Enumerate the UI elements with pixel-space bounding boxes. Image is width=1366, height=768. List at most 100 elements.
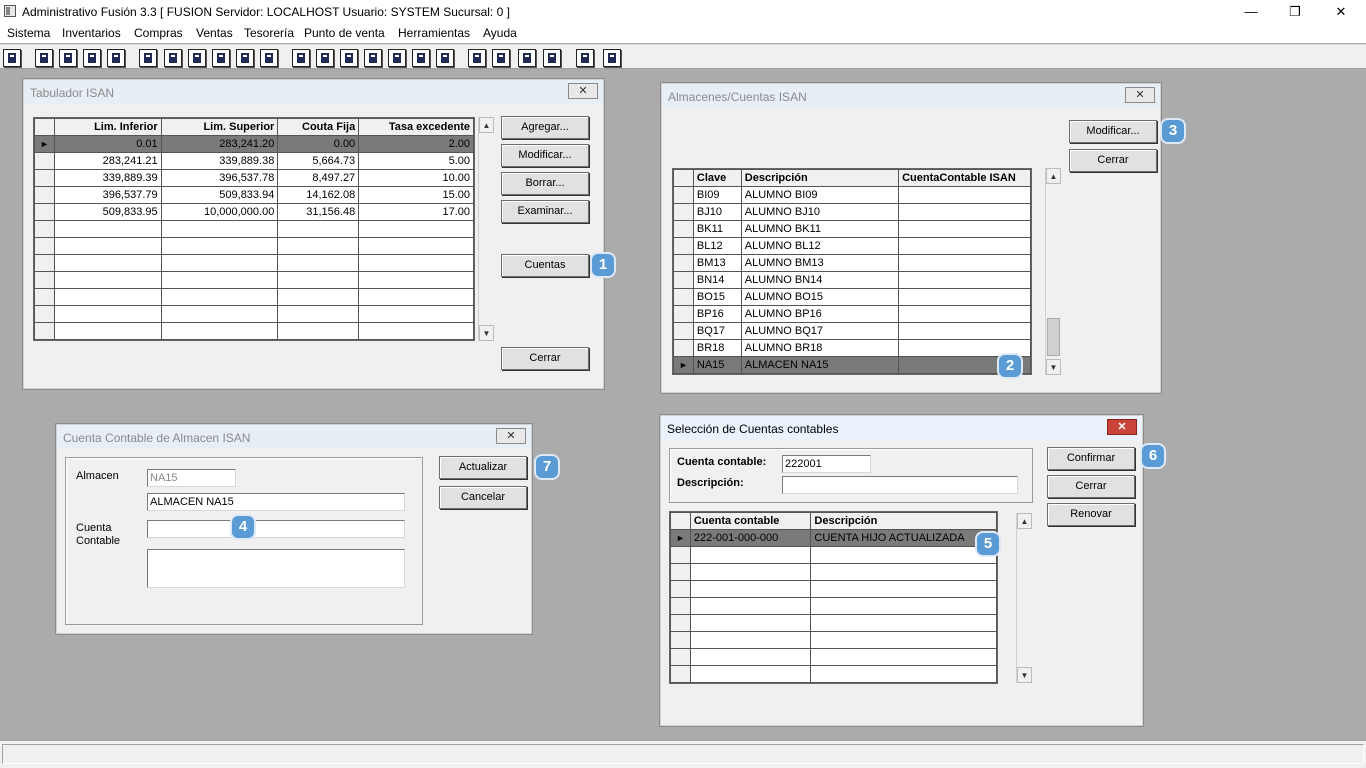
actualizar-button[interactable]: Actualizar [439,456,527,479]
box-icon[interactable] [316,49,334,67]
table-cell[interactable] [810,580,997,598]
close-window-button[interactable]: ✕ [496,428,526,444]
dollar-icon[interactable] [388,49,406,67]
empty-row[interactable] [34,288,474,306]
table-cell[interactable]: 283,241.21 [53,152,162,170]
zoom-icon[interactable] [492,49,510,67]
table-cell[interactable] [53,254,162,272]
table-cell[interactable]: BP16 [692,305,742,323]
table-cell[interactable]: NA15 [692,356,742,374]
refresh-icon[interactable] [518,49,536,67]
empty-row[interactable] [34,220,474,238]
row-indicator[interactable]: ► [673,356,694,374]
table-cell[interactable]: 10.00 [358,169,474,187]
row-indicator[interactable] [34,305,55,323]
table-cell[interactable] [277,288,360,306]
table-cell[interactable]: 339,889.38 [160,152,279,170]
cuenta-description-field[interactable] [147,549,405,588]
table-cell[interactable] [160,271,279,289]
table-cell[interactable]: ALUMNO BL12 [740,237,900,255]
table-cell[interactable] [898,322,1031,340]
table-cell[interactable]: 10,000,000.00 [160,203,279,221]
renovar-button[interactable]: Renovar [1047,503,1135,526]
cancelar-button[interactable]: Cancelar [439,486,527,509]
row-indicator[interactable] [673,322,694,340]
table-cell[interactable] [898,271,1031,289]
table-cell[interactable]: CUENTA HIJO ACTUALIZADA [810,529,997,547]
table-cell[interactable] [160,288,279,306]
empty-row[interactable] [670,580,997,598]
table-cell[interactable] [358,288,474,306]
table-cell[interactable] [689,631,812,649]
table-row[interactable]: BI09 ALUMNO BI09 [673,186,1031,204]
table-cell[interactable] [53,305,162,323]
table-row[interactable]: BO15 ALUMNO BO15 [673,288,1031,306]
row-indicator[interactable]: ► [670,529,691,547]
table-cell[interactable]: ALUMNO BK11 [740,220,900,238]
row-indicator[interactable] [670,665,691,683]
table-cell[interactable]: 0.01 [53,135,162,153]
table-cell[interactable] [810,631,997,649]
table-cell[interactable] [689,597,812,615]
table-row[interactable]: 339,889.39 396,537.78 8,497.27 10.00 [34,169,474,187]
table-row[interactable]: BJ10 ALUMNO BJ10 [673,203,1031,221]
menu-herramientas[interactable]: Herramientas [398,26,470,40]
table-cell[interactable] [689,580,812,598]
row-indicator[interactable] [34,186,55,204]
column-header[interactable]: Descripción [810,512,997,530]
export-icon[interactable] [340,49,358,67]
table-cell[interactable]: ALUMNO BN14 [740,271,900,289]
close-window-button[interactable]: ✕ [1107,419,1137,435]
table-cell[interactable] [53,288,162,306]
table-cell[interactable]: BO15 [692,288,742,306]
row-indicator[interactable] [673,339,694,357]
table-cell[interactable] [358,305,474,323]
table-row[interactable]: BN14 ALUMNO BN14 [673,271,1031,289]
table-cell[interactable] [898,339,1031,357]
table-cell[interactable] [277,271,360,289]
table-cell[interactable]: ALUMNO BR18 [740,339,900,357]
cuenta-contable-input[interactable]: 222001 [782,455,871,473]
row-indicator[interactable] [34,169,55,187]
table-cell[interactable]: BN14 [692,271,742,289]
table-cell[interactable] [358,271,474,289]
table-row[interactable]: ► 0.01 283,241.20 0.00 2.00 [34,135,474,153]
help-icon[interactable] [603,49,621,67]
cuenta-contable-field[interactable] [147,520,405,538]
almacen-name-field[interactable]: ALMACEN NA15 [147,493,405,511]
table-cell[interactable]: 8,497.27 [277,169,360,187]
cerrar-button[interactable]: Cerrar [1047,475,1135,498]
clipboard-icon[interactable] [59,49,77,67]
table-row[interactable]: ► 222-001-000-000 CUENTA HIJO ACTUALIZADA [670,529,997,547]
agregar-button[interactable]: Agregar... [501,116,589,139]
table-cell[interactable] [277,322,360,340]
table-cell[interactable] [898,237,1031,255]
empty-row[interactable] [670,648,997,666]
menu-sistema[interactable]: Sistema [7,26,50,40]
table-cell[interactable]: ALMACEN NA15 [740,356,900,374]
table-cell[interactable] [689,546,812,564]
column-header[interactable]: Lim. Inferior [53,118,162,136]
person-icon[interactable] [139,49,157,67]
table-cell[interactable] [277,237,360,255]
table-cell[interactable]: 509,833.95 [53,203,162,221]
column-header[interactable]: Couta Fija [277,118,360,136]
table-cell[interactable]: ALUMNO BP16 [740,305,900,323]
column-header[interactable]: CuentaContable ISAN [898,169,1031,187]
row-indicator[interactable] [34,152,55,170]
borrar-button[interactable]: Borrar... [501,172,589,195]
table-cell[interactable]: 15.00 [358,186,474,204]
table-cell[interactable]: BQ17 [692,322,742,340]
row-indicator[interactable] [34,220,55,238]
column-header[interactable]: Cuenta contable [689,512,812,530]
row-indicator[interactable] [670,597,691,615]
table-row[interactable]: 509,833.95 10,000,000.00 31,156.48 17.00 [34,203,474,221]
row-indicator[interactable] [673,237,694,255]
table-cell[interactable] [898,186,1031,204]
row-indicator[interactable] [673,288,694,306]
list-icon[interactable] [260,49,278,67]
table-cell[interactable]: ALUMNO BO15 [740,288,900,306]
table-cell[interactable] [160,237,279,255]
table-cell[interactable] [277,305,360,323]
column-header[interactable]: Tasa excedente [358,118,474,136]
